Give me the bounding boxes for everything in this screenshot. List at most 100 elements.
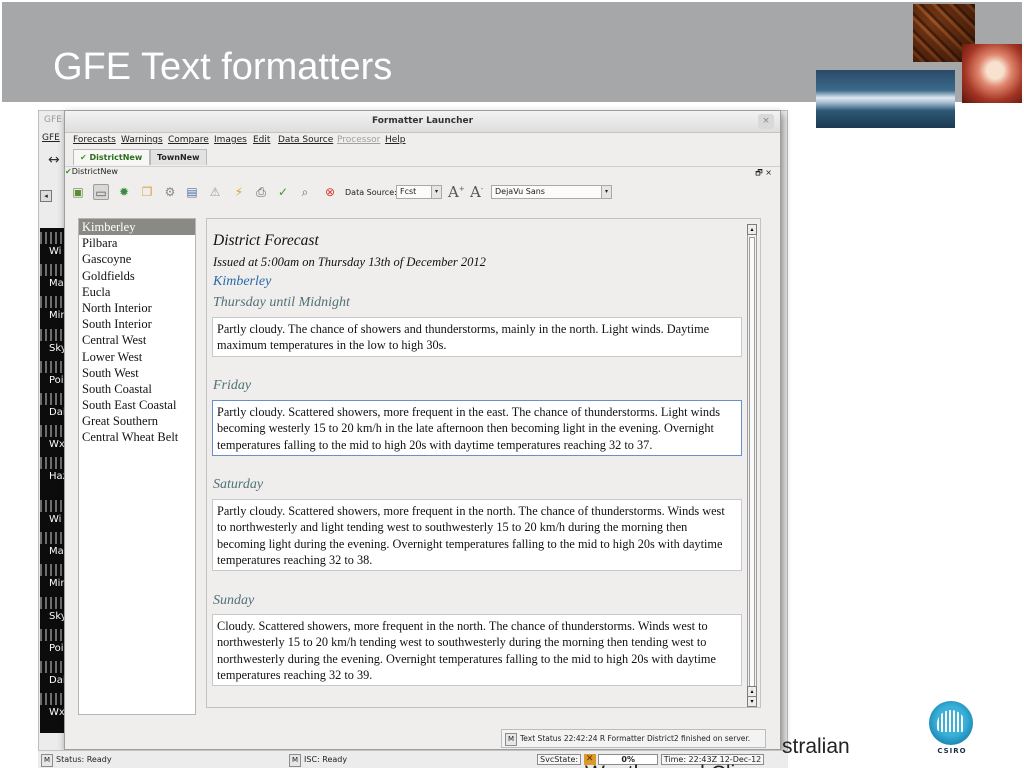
- data-source-value: Fcst: [400, 187, 417, 196]
- strip-grid-bar: [40, 264, 66, 276]
- csiro-logo-icon: [929, 701, 973, 745]
- vertical-scrollbar[interactable]: ▴ ▴ ▾: [747, 224, 757, 707]
- menu-data-source[interactable]: Data Source: [278, 135, 333, 145]
- bug-icon[interactable]: ✹: [116, 184, 132, 200]
- region-item[interactable]: Gascoyne: [79, 251, 195, 267]
- status-text: Status: Ready: [56, 755, 112, 764]
- menu-forecasts[interactable]: Forecasts: [73, 135, 116, 145]
- scroll-thumb[interactable]: [749, 237, 755, 687]
- launcher-titlebar[interactable]: Formatter Launcher ×: [65, 111, 780, 133]
- font-increase-button[interactable]: A+: [448, 183, 465, 201]
- font-select[interactable]: DejaVu Sans ▾: [491, 185, 612, 199]
- region-item[interactable]: Kimberley: [79, 219, 195, 236]
- text-view-icon[interactable]: ▭: [93, 184, 109, 200]
- period-text-box[interactable]: Cloudy. Scattered showers, more frequent…: [212, 614, 742, 686]
- launcher-menubar: Forecasts Warnings Compare Images Edit Data S…: [65, 133, 780, 148]
- sub-tab-label: DistrictNew: [71, 167, 118, 176]
- scroll-up-button[interactable]: ▴: [747, 224, 757, 235]
- period-heading: Sunday: [213, 593, 255, 608]
- strip-grid-bar: [40, 329, 66, 341]
- spellcheck-icon[interactable]: ✓: [275, 184, 291, 200]
- gfe-menu-item[interactable]: GFE: [42, 133, 60, 143]
- chevron-down-icon: ▾: [601, 186, 611, 198]
- period-text-box[interactable]: Partly cloudy. The chance of showers and…: [212, 317, 742, 357]
- menu-warnings[interactable]: Warnings: [121, 135, 163, 145]
- data-source-label: Data Source:: [345, 188, 397, 197]
- issued-time: Issued at 5:00am on Thursday 13th of Dec…: [213, 255, 486, 269]
- image-icon[interactable]: ▣: [70, 184, 86, 200]
- strip-grid-bar: [40, 296, 66, 308]
- strip-label[interactable]: Wi: [49, 514, 61, 525]
- strip-grid-bar: [40, 457, 66, 469]
- strip-label[interactable]: Mir: [49, 310, 65, 321]
- strip-label[interactable]: Wx: [49, 439, 65, 450]
- find-icon[interactable]: ⌕: [297, 184, 313, 200]
- copy-icon[interactable]: ❐: [139, 184, 155, 200]
- check-icon: ✔: [80, 153, 87, 162]
- sub-tab-row: ✔DistrictNew 🗗 ×: [65, 166, 780, 178]
- message-toggle-button[interactable]: M: [505, 733, 517, 746]
- fire-cloud-photo: [962, 44, 1022, 103]
- region-item[interactable]: Goldfields: [79, 268, 195, 284]
- launcher-title: Formatter Launcher: [371, 116, 474, 126]
- forecast-title: District Forecast: [213, 232, 319, 249]
- font-decrease-button[interactable]: A-: [470, 183, 483, 201]
- strip-grid-bar: [40, 629, 66, 641]
- tab-townnew[interactable]: TownNew: [150, 149, 207, 165]
- check-icon: ✔: [65, 167, 72, 176]
- strip-label[interactable]: Poi: [49, 375, 64, 386]
- tab-districtnew[interactable]: ✔ DistrictNew: [73, 149, 150, 165]
- formatter-toolbar: Data Source: Fcst ▾ A+ A- DejaVu Sans ▾ …: [65, 179, 780, 205]
- font-decrease-glyph: A: [470, 183, 481, 201]
- region-item[interactable]: North Interior: [79, 300, 195, 316]
- close-button[interactable]: ×: [758, 114, 774, 129]
- region-item[interactable]: Central West: [79, 332, 195, 348]
- period-text-box[interactable]: Partly cloudy. Scattered showers, more f…: [212, 400, 742, 456]
- message-toggle-button[interactable]: M: [41, 754, 53, 767]
- strip-grid-bar: [40, 532, 66, 544]
- strip-grid-bar: [40, 693, 66, 705]
- menu-compare[interactable]: Compare: [168, 135, 209, 145]
- warning-icon[interactable]: ⚠: [207, 184, 223, 200]
- chevron-down-icon: ▾: [431, 186, 441, 198]
- scroll-down-button[interactable]: ▾: [747, 696, 757, 707]
- region-list: Kimberley Pilbara Gascoyne Goldfields Eucla N…: [78, 218, 196, 715]
- region-item[interactable]: Lower West: [79, 349, 195, 365]
- strip-label[interactable]: Ma: [49, 546, 64, 557]
- region-item[interactable]: Central Wheat Belt: [79, 429, 195, 445]
- menu-processor[interactable]: Processor: [337, 135, 380, 145]
- formatter-launcher-window: Formatter Launcher × Forecasts Warnings Co…: [64, 110, 781, 750]
- region-item[interactable]: South East Coastal: [79, 397, 195, 413]
- strip-label[interactable]: Mir: [49, 578, 65, 589]
- panel-splitter[interactable]: [196, 218, 206, 715]
- strip-label[interactable]: Poi: [49, 643, 64, 654]
- transmit-icon[interactable]: ⚡: [231, 184, 247, 200]
- scroll-left-button[interactable]: ◂: [40, 190, 52, 202]
- strip-grid-bar: [40, 393, 66, 405]
- region-item[interactable]: South Interior: [79, 316, 195, 332]
- region-item[interactable]: Great Southern: [79, 413, 195, 429]
- save-icon[interactable]: ▤: [184, 184, 200, 200]
- strip-label[interactable]: Ma: [49, 278, 64, 289]
- period-text-box[interactable]: Partly cloudy. Scattered showers, more f…: [212, 499, 742, 571]
- settings-icon[interactable]: ⚙: [162, 184, 178, 200]
- menu-help[interactable]: Help: [385, 135, 406, 145]
- print-icon[interactable]: ⎙: [253, 184, 269, 200]
- strip-label[interactable]: Wi: [49, 246, 61, 257]
- resize-arrow-icon[interactable]: ↔: [48, 152, 60, 168]
- menu-edit[interactable]: Edit: [253, 135, 270, 145]
- region-item[interactable]: South West: [79, 365, 195, 381]
- message-toggle-button[interactable]: M: [289, 754, 301, 767]
- data-source-select[interactable]: Fcst ▾: [396, 185, 442, 199]
- stop-icon[interactable]: ⊗: [322, 184, 338, 200]
- strip-grid-bar: [40, 361, 66, 373]
- font-value: DejaVu Sans: [495, 187, 545, 196]
- tab-label: DistrictNew: [89, 153, 143, 162]
- slide-title: GFE Text formatters: [53, 46, 393, 88]
- strip-grid-bar: [40, 661, 66, 673]
- region-item[interactable]: South Coastal: [79, 381, 195, 397]
- region-item[interactable]: Eucla: [79, 284, 195, 300]
- strip-label[interactable]: Wx: [49, 707, 65, 718]
- region-item[interactable]: Pilbara: [79, 235, 195, 251]
- menu-images[interactable]: Images: [214, 135, 247, 145]
